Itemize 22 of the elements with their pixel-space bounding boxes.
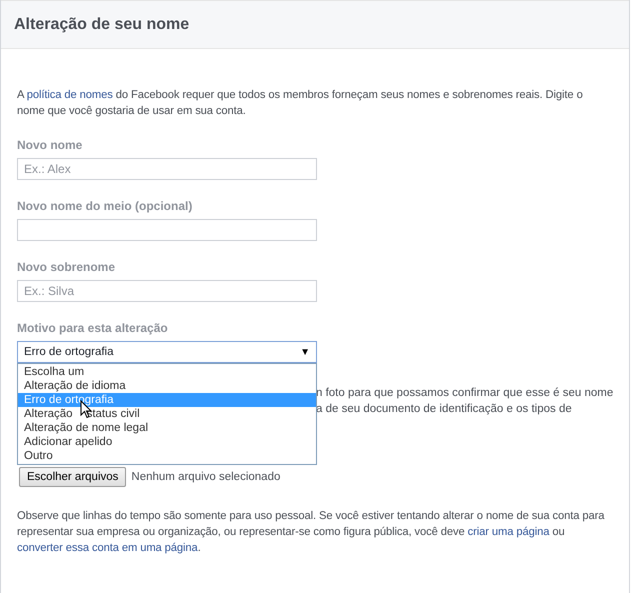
dropdown-option[interactable]: Alteração de idioma <box>18 379 316 393</box>
page-link[interactable]: converter essa conta em uma página <box>17 542 198 554</box>
input-field[interactable]: Ex.: Alex <box>17 158 317 180</box>
intro-text: A política de nomes do Facebook requer que todos os membros forneçam seus nomes e sobrenomes reais. Digite o nome que você gostaria de usar em sua conta. <box>17 88 584 119</box>
partial-text: n foto para que possamos confirmar que esse é seu nome <box>316 386 613 401</box>
file-status: Nenhum arquivo selecionado <box>131 471 280 483</box>
dropdown-option[interactable]: Outro <box>18 449 316 463</box>
dropdown-option[interactable]: Adicionar apelido <box>18 435 316 449</box>
input-field[interactable] <box>17 219 317 241</box>
page-link[interactable]: criar uma página <box>468 526 550 538</box>
dropdown-option[interactable]: Escolha um <box>18 365 316 379</box>
input-field[interactable]: Ex.: Silva <box>17 280 317 302</box>
field-label: Novo nome do meio (opcional) <box>17 199 194 213</box>
policy-link[interactable]: política de nomes <box>26 89 113 101</box>
dropdown-option[interactable]: Alteração de nome legal <box>18 421 316 435</box>
field-label: Novo nome <box>17 138 84 152</box>
choose-files-button[interactable]: Escolher arquivos <box>19 467 126 487</box>
field-label: Novo sobrenome <box>17 260 116 274</box>
reason-dropdown[interactable]: Erro de ortografia ▼ <box>17 341 317 363</box>
field-label: Motivo para esta alteração <box>17 321 169 335</box>
page-title: Alteração de seu nome <box>14 16 190 34</box>
note-text: Observe que linhas do tempo são somente para uso pessoal. Se você estiver tentando alterar o nome de sua conta para representar sua empresa ou organização, ou representar-se como figura pública, você deve criar uma página ou converter essa conta em uma página. <box>17 509 606 556</box>
